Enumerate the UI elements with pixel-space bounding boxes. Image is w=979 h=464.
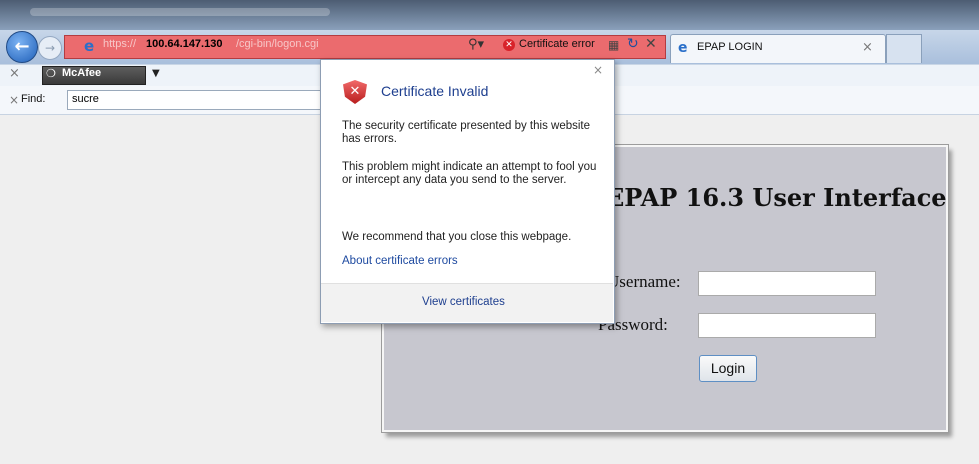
url-path: /cgi-bin/logon.cgi (236, 38, 319, 50)
search-icon[interactable]: ⚲▾ (468, 37, 484, 52)
username-label: Username: (607, 272, 681, 291)
certificate-message-3: We recommend that you close this webpage… (342, 231, 572, 243)
url-scheme: https:// (103, 38, 137, 50)
view-certificates-link[interactable]: View certificates (422, 296, 505, 308)
ie-page-icon: e (84, 37, 95, 55)
tab-close-icon[interactable]: × (862, 40, 873, 55)
mcafee-label[interactable]: McAfee (62, 67, 101, 79)
find-label: Find: (21, 93, 46, 105)
password-field[interactable] (698, 313, 876, 338)
find-close-icon[interactable]: × (9, 93, 19, 107)
stop-icon[interactable]: ✕ (645, 36, 657, 52)
login-button[interactable]: Login (699, 355, 757, 382)
mcafee-icon: ❍ (46, 67, 56, 80)
mcafee-dropdown-icon[interactable]: ▼ (152, 68, 160, 79)
username-field[interactable] (698, 271, 876, 296)
toolbar-close-icon[interactable]: × (9, 66, 20, 81)
refresh-icon[interactable]: ↻ (627, 36, 639, 52)
certificate-error-button[interactable]: Certificate error (519, 38, 595, 50)
about-certificate-errors-link[interactable]: About certificate errors (342, 255, 458, 267)
certificate-title: Certificate Invalid (381, 83, 489, 99)
url-host: 100.64.147.130 (146, 38, 223, 50)
certificate-message-2: This problem might indicate an attempt t… (342, 161, 597, 186)
forward-button[interactable]: → (38, 36, 62, 60)
back-button[interactable]: ← (6, 31, 38, 63)
new-tab-button[interactable] (886, 34, 922, 63)
popup-close-icon[interactable]: × (593, 63, 603, 77)
window-title-blurred (30, 8, 330, 16)
compatibility-view-icon[interactable]: ▦ (608, 38, 619, 52)
page-title: EPAP 16.3 User Interface (606, 183, 947, 212)
certificate-message-1: The security certificate presented by th… (342, 120, 591, 145)
tab-title[interactable]: EPAP LOGIN (697, 41, 763, 53)
certificate-error-icon[interactable]: ✕ (503, 39, 515, 51)
find-input[interactable]: sucre (67, 90, 322, 110)
ie-tab-icon: e (678, 40, 688, 56)
